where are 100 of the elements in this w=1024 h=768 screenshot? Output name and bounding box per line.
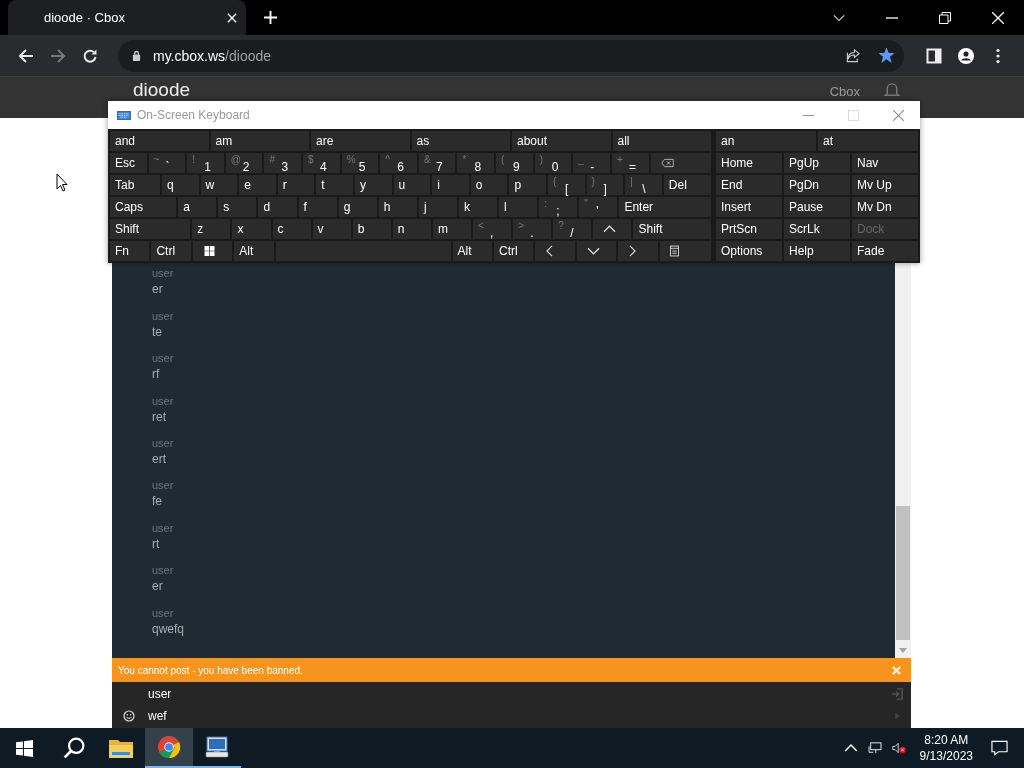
windows-icon[interactable]: [16, 739, 33, 757]
keyboard-key[interactable]: e: [238, 174, 277, 196]
keyboard-key[interactable]: " ': [578, 196, 619, 218]
keyboard-key[interactable]: y: [353, 174, 393, 196]
keyboard-key[interactable]: < ,: [472, 218, 513, 240]
keyboard-key[interactable]: ScrLk: [783, 218, 851, 240]
name-field[interactable]: user: [148, 685, 891, 703]
keyboard-key[interactable]: Tab: [109, 174, 161, 196]
side-panel-icon[interactable]: [926, 47, 942, 64]
keyboard-key[interactable]: j: [417, 196, 458, 218]
notifications-icon[interactable]: [991, 740, 1008, 756]
keyboard-key[interactable]: h: [377, 196, 418, 218]
keyboard-key[interactable]: ) 0: [533, 152, 573, 174]
keyboard-key[interactable]: Alt: [233, 240, 275, 262]
word-suggestion[interactable]: at: [817, 130, 919, 152]
keyboard-key[interactable]: [191, 240, 234, 262]
keyboard-key[interactable]: g: [337, 196, 378, 218]
keyboard-key[interactable]: > .: [512, 218, 553, 240]
keyboard-key[interactable]: n: [391, 218, 432, 240]
scrollbar-thumb[interactable]: [896, 506, 910, 640]
keyboard-key[interactable]: l: [498, 196, 539, 218]
star-icon[interactable]: [879, 48, 894, 63]
keyboard-key[interactable]: i: [431, 174, 470, 196]
keyboard-key[interactable]: s: [217, 196, 258, 218]
keyboard-key[interactable]: Enter: [618, 196, 712, 218]
keyboard-key[interactable]: t: [315, 174, 354, 196]
keyboard-key[interactable]: Alt: [451, 240, 494, 262]
restore-icon[interactable]: [939, 11, 951, 24]
keyboard-key[interactable]: Esc: [109, 152, 148, 174]
keyboard-key[interactable]: Ctrl: [150, 240, 192, 262]
keyboard-key[interactable]: o: [469, 174, 509, 196]
keyboard-key[interactable]: Home: [715, 152, 783, 174]
word-suggestion[interactable]: and: [109, 130, 210, 152]
keyboard-key[interactable]: Insert: [715, 196, 783, 218]
keyboard-key[interactable]: ( 9: [495, 152, 534, 174]
keyboard-key[interactable]: Mv Dn: [851, 196, 919, 218]
keyboard-key[interactable]: z: [191, 218, 232, 240]
word-suggestion[interactable]: are: [310, 130, 411, 152]
keyboard-key[interactable]: Fn: [109, 240, 151, 262]
keyboard-key[interactable]: c: [271, 218, 312, 240]
keyboard-key[interactable]: Caps: [109, 196, 178, 218]
keyboard-key[interactable]: Del: [662, 174, 713, 196]
keyboard-key[interactable]: u: [392, 174, 432, 196]
keyboard-key[interactable]: Options: [715, 240, 783, 262]
keyboard-key[interactable]: End: [715, 174, 783, 196]
share-icon[interactable]: [846, 48, 861, 63]
keyboard-key[interactable]: p: [508, 174, 547, 196]
word-suggestion[interactable]: about: [511, 130, 612, 152]
keyboard-key[interactable]: * 8: [456, 152, 496, 174]
bell-icon[interactable]: [884, 81, 900, 98]
site-title[interactable]: dioode: [133, 81, 191, 99]
keyboard-key[interactable]: Fade: [851, 240, 919, 262]
keyboard-key[interactable]: } ]: [585, 174, 625, 196]
keyboard-key[interactable]: ? /: [552, 218, 593, 240]
keyboard-key[interactable]: PgUp: [783, 152, 851, 174]
keyboard-key[interactable]: @2: [224, 152, 264, 174]
keyboard-key[interactable]: k: [458, 196, 499, 218]
keyboard-key[interactable]: # 3: [263, 152, 303, 174]
keyboard-key[interactable]: & 7: [417, 152, 457, 174]
browser-tab[interactable]: dioode · Cbox: [8, 0, 246, 35]
keyboard-key[interactable]: Shift: [632, 218, 712, 240]
smiley-icon[interactable]: [123, 710, 135, 722]
keyboard-key[interactable]: ! 1: [186, 152, 225, 174]
keyboard-key[interactable]: a: [177, 196, 218, 218]
keyboard-key[interactable]: $ 4: [302, 152, 341, 174]
keyboard-key[interactable]: PgDn: [783, 174, 851, 196]
keyboard-key[interactable]: r: [276, 174, 316, 196]
address-bar[interactable]: my.cbox.ws/dioode: [118, 39, 904, 72]
keyboard-key[interactable]: q: [160, 174, 200, 196]
keyboard-key[interactable]: Shift: [109, 218, 192, 240]
keyboard-key[interactable]: Mv Up: [851, 174, 919, 196]
keyboard-key[interactable]: m: [431, 218, 473, 240]
back-icon[interactable]: [18, 47, 34, 64]
clock-time[interactable]: 8:20 AM: [924, 732, 969, 748]
keyboard-key[interactable]: + =: [610, 152, 650, 174]
word-suggestion[interactable]: as: [410, 130, 511, 152]
network-icon[interactable]: [867, 742, 882, 754]
keyboard-key[interactable]: _ -: [572, 152, 611, 174]
keyboard-key[interactable]: [575, 240, 618, 262]
word-suggestion[interactable]: an: [715, 130, 817, 152]
keyboard-key[interactable]: b: [351, 218, 392, 240]
keyboard-key[interactable]: ^ 6: [379, 152, 418, 174]
nav-link[interactable]: Cbox: [829, 84, 860, 99]
keyboard-key[interactable]: w: [199, 174, 239, 196]
keyboard-key[interactable]: Help: [783, 240, 851, 262]
keyboard-key[interactable]: Ctrl: [493, 240, 535, 262]
keyboard-key[interactable]: v: [311, 218, 352, 240]
keyboard-key[interactable]: [658, 240, 712, 262]
keyboard-key[interactable]: x: [231, 218, 272, 240]
message-field[interactable]: wef: [148, 707, 891, 725]
volume-icon[interactable]: [891, 742, 906, 754]
keyboard-key[interactable]: Pause: [783, 196, 851, 218]
keyboard-key[interactable]: : ;: [538, 196, 579, 218]
taskbar-app[interactable]: [145, 728, 193, 768]
keyboard-key[interactable]: [592, 218, 633, 240]
keyboard-key[interactable]: f: [297, 196, 338, 218]
search-icon[interactable]: [63, 737, 85, 759]
plus-icon[interactable]: [264, 11, 277, 24]
keyboard-key[interactable]: d: [257, 196, 298, 218]
keyboard-key[interactable]: { [: [547, 174, 586, 196]
